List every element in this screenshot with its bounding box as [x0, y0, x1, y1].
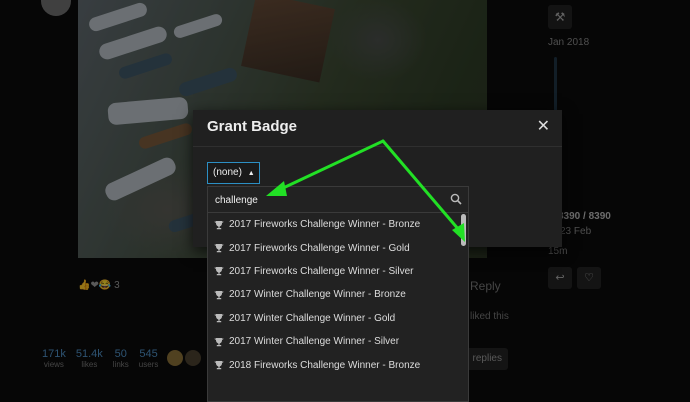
badge-option[interactable]: 2017 Winter Challenge Winner - Gold — [208, 307, 468, 330]
badge-option-label: 2017 Fireworks Challenge Winner - Bronze — [229, 219, 421, 231]
trophy-icon — [214, 290, 224, 300]
badge-option[interactable]: 2018 Fireworks Challenge Winner - Bronze — [208, 353, 468, 376]
badge-filter-input[interactable] — [213, 191, 437, 210]
dropdown-scrollbar[interactable] — [461, 214, 466, 246]
modal-title: Grant Badge — [207, 118, 298, 135]
badge-option-label: 2018 Fireworks Challenge Winner - Bronze — [229, 359, 421, 371]
trophy-icon — [214, 267, 224, 276]
badge-dropdown: 2017 Fireworks Challenge Winner - Bronze… — [207, 186, 469, 402]
badge-option[interactable]: 2017 Fireworks Challenge Winner - Bronze — [208, 213, 468, 236]
badge-option[interactable]: 2017 Fireworks Challenge Winner - Gold — [208, 236, 468, 259]
badge-option-label: 2017 Winter Challenge Winner - Gold — [229, 312, 396, 324]
trophy-icon — [214, 361, 224, 370]
badge-option[interactable]: 2017 Fireworks Challenge Winner - Silver — [208, 260, 468, 283]
trophy-icon — [214, 314, 224, 323]
close-icon[interactable]: ✕ — [537, 116, 550, 136]
badge-option[interactable]: 2017 Winter Challenge Winner - Bronze — [208, 283, 468, 306]
badge-option-label: 2017 Fireworks Challenge Winner - Silver — [229, 265, 414, 277]
trophy-icon — [214, 244, 224, 253]
badge-select-value: (none) — [213, 167, 242, 178]
search-icon — [450, 193, 462, 205]
trophy-icon — [214, 337, 224, 346]
badge-option-label: 2017 Fireworks Challenge Winner - Gold — [229, 242, 410, 254]
caret-up-icon: ▲ — [247, 170, 255, 177]
modal-header-divider — [193, 146, 562, 147]
badge-option-label: 2017 Winter Challenge Winner - Silver — [229, 336, 400, 348]
trophy-icon — [214, 220, 224, 229]
badge-option[interactable]: 2017 Winter Challenge Winner - Silver — [208, 330, 468, 353]
badge-option-label: 2017 Winter Challenge Winner - Bronze — [229, 289, 406, 301]
filter-row — [208, 187, 468, 213]
badge-select[interactable]: (none) ▲ — [207, 162, 260, 184]
